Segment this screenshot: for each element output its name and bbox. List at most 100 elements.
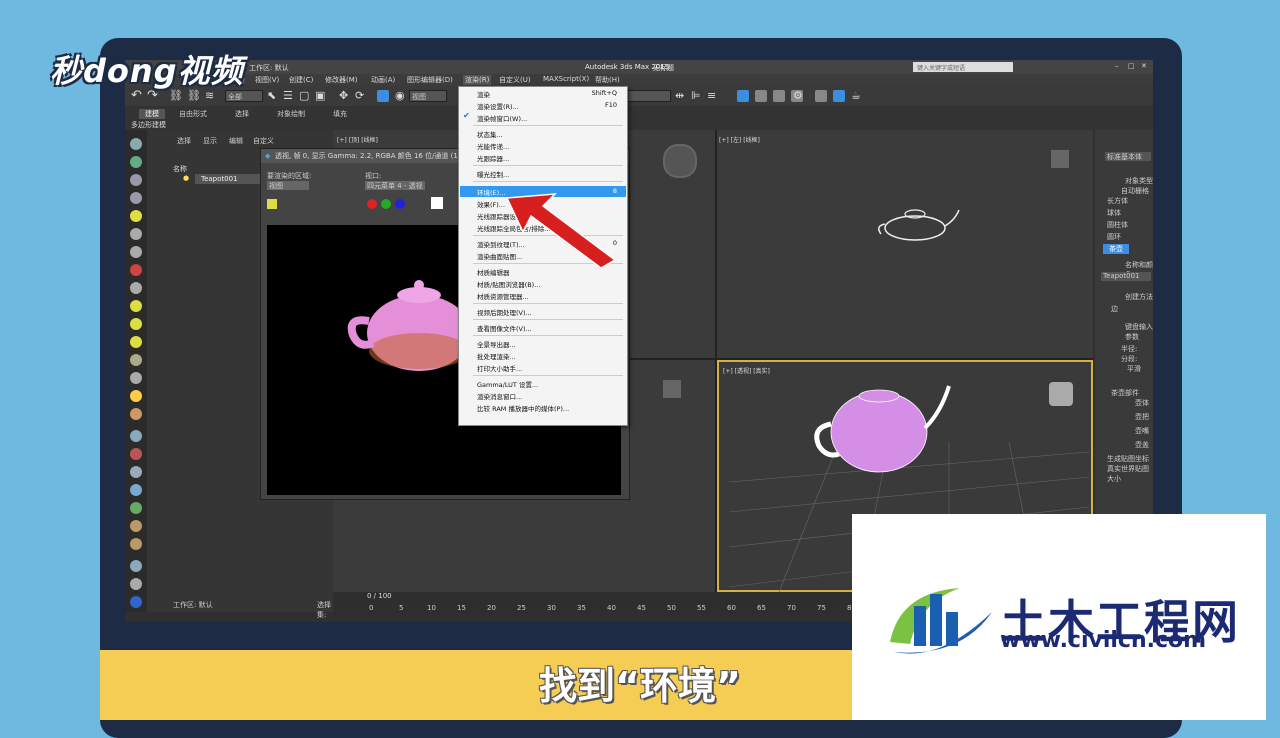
align-icon[interactable]: ⊫ [691, 89, 701, 102]
search-input[interactable]: 键入关键字或短语 [913, 62, 1013, 72]
cylinder-icon[interactable] [130, 336, 142, 348]
menu-graph-editors[interactable]: 图形编辑器(D) [407, 75, 453, 85]
cone-icon[interactable] [130, 372, 142, 384]
reference-coord-dropdown[interactable]: 视图 [409, 90, 447, 102]
move-icon[interactable]: ✥ [339, 89, 348, 102]
sky-icon[interactable] [130, 484, 142, 496]
part-spout-checkbox[interactable]: 壶嘴 [1135, 426, 1149, 436]
green-channel-icon[interactable] [381, 199, 391, 209]
ribbon-tab-populate[interactable]: 填充 [333, 109, 347, 119]
viewcube-front-icon[interactable] [663, 380, 681, 398]
place-icon[interactable]: ◉ [395, 89, 405, 102]
spacewarp-icon[interactable] [130, 264, 142, 276]
status-workspace[interactable]: 工作区: 默认 [173, 600, 213, 610]
part-body-checkbox[interactable]: 壶体 [1135, 398, 1149, 408]
menu-animation[interactable]: 动画(A) [371, 75, 395, 85]
layer-explorer-icon[interactable] [130, 192, 142, 204]
viewport-select-dropdown[interactable]: 四元菜单 4 - 透视 [365, 181, 425, 190]
rollout-keyboard-entry[interactable]: 键盘输入 [1125, 322, 1153, 332]
menu-render-setup[interactable]: 渲染设置(R)... [477, 101, 519, 111]
rendered-frame-icon[interactable] [815, 90, 827, 102]
real-world-checkbox[interactable]: 真实世界贴图大小 [1107, 464, 1153, 484]
helper-icon[interactable] [130, 246, 142, 258]
menu-help[interactable]: 帮助(H) [595, 75, 620, 85]
viewcube-top-icon[interactable] [663, 144, 697, 178]
render-setup-icon[interactable]: ⚙ [793, 89, 803, 102]
sphere-icon[interactable] [130, 318, 142, 330]
select-by-name-icon[interactable]: ☰ [283, 89, 293, 102]
menu-maxscript[interactable]: MAXScript(X) [543, 75, 589, 83]
menu-radiosity[interactable]: 光能传递... [477, 141, 509, 151]
red-channel-icon[interactable] [367, 199, 377, 209]
time-slider-frame[interactable]: 0 / 100 [367, 592, 392, 600]
object-cylinder[interactable]: 圆柱体 [1107, 220, 1128, 230]
scale-icon[interactable] [377, 90, 389, 102]
orbit-icon[interactable] [130, 578, 142, 590]
pan-icon[interactable] [130, 596, 142, 608]
menu-video-post[interactable]: 视频后期处理(V)... [477, 307, 532, 317]
menu-view[interactable]: 视图(V) [255, 75, 279, 85]
close-icon[interactable]: ✕ [1141, 62, 1147, 70]
menu-exposure-control[interactable]: 曝光控制... [477, 169, 509, 179]
minimize-icon[interactable]: – [1115, 62, 1119, 70]
rollout-parameters[interactable]: 参数 [1125, 332, 1139, 342]
light-bulb-icon[interactable]: ● [183, 174, 189, 182]
ribbon-tab-freeform[interactable]: 自由形式 [179, 109, 207, 119]
viewcube-left-icon[interactable] [1051, 150, 1069, 168]
rollout-object-type[interactable]: 对象类型 [1125, 176, 1153, 186]
menu-batch-render[interactable]: 批处理渲染... [477, 351, 516, 361]
menu-ram-player[interactable]: 比较 RAM 播放器中的媒体(P)... [477, 403, 569, 413]
object-teapot[interactable]: 茶壶 [1103, 244, 1129, 254]
render-production-icon[interactable] [833, 90, 845, 102]
primitive-type-dropdown[interactable]: 标准基本体 [1105, 152, 1151, 161]
menu-print-size-wizard[interactable]: 打印大小助手... [477, 363, 522, 373]
smooth-checkbox[interactable]: 平滑 [1127, 364, 1141, 374]
menu-panorama-exporter[interactable]: 全景导出器... [477, 339, 516, 349]
blue-channel-icon[interactable] [395, 199, 405, 209]
ribbon-tab-object-paint[interactable]: 对象绘制 [277, 109, 305, 119]
layer-icon[interactable]: ≡ [707, 89, 716, 102]
workspace-label[interactable]: 工作区: 默认 [249, 63, 289, 73]
menu-state-sets[interactable]: 状态集... [477, 129, 503, 139]
gen-mapping-checkbox[interactable]: 生成贴图坐标 [1107, 454, 1149, 464]
save-image-icon[interactable] [267, 199, 277, 209]
schematic-view-icon[interactable] [773, 90, 785, 102]
scene-tab-customize[interactable]: 自定义 [253, 136, 274, 146]
light-icon[interactable] [130, 210, 142, 222]
zoom-icon[interactable] [130, 560, 142, 572]
curve-editor-icon[interactable] [755, 90, 767, 102]
explorer-icon[interactable] [130, 174, 142, 186]
select-object-icon[interactable]: ⬉ [267, 89, 276, 102]
particle-icon[interactable] [130, 430, 142, 442]
rect-selection-icon[interactable]: ▢ [299, 89, 309, 102]
bone-icon[interactable] [130, 448, 142, 460]
ribbon-tab-selection[interactable]: 选择 [235, 109, 249, 119]
color-swatch[interactable] [431, 197, 443, 209]
scene-tab-display[interactable]: 显示 [203, 136, 217, 146]
viewport-label-top[interactable]: [+] [顶] [线框] [337, 135, 378, 144]
menu-gamma-lut[interactable]: Gamma/LUT 设置... [477, 379, 538, 389]
scene-tab-select[interactable]: 选择 [177, 136, 191, 146]
window-crossing-icon[interactable]: ▣ [315, 89, 325, 102]
scene-tab-edit[interactable]: 编辑 [229, 136, 243, 146]
ribbon-tab-modeling[interactable]: 建模 [139, 109, 165, 119]
system-icon[interactable] [130, 282, 142, 294]
creation-edge-radio[interactable]: 边 [1111, 304, 1118, 314]
object-sphere[interactable]: 球体 [1107, 208, 1121, 218]
foliage-icon[interactable] [130, 502, 142, 514]
auto-grid-checkbox[interactable]: 自动栅格 [1121, 186, 1149, 196]
object-box[interactable]: 长方体 [1107, 196, 1128, 206]
menu-material-browser[interactable]: 材质/贴图浏览器(B)... [477, 279, 540, 289]
ik-icon[interactable] [130, 466, 142, 478]
maximize-icon[interactable]: □ [1128, 62, 1135, 70]
geosphere-icon[interactable] [130, 408, 142, 420]
part-lid-checkbox[interactable]: 壶盖 [1135, 440, 1149, 450]
sun-icon[interactable] [130, 390, 142, 402]
crowd-icon[interactable] [130, 538, 142, 550]
box-icon[interactable] [130, 300, 142, 312]
viewcube-persp-icon[interactable] [1049, 382, 1073, 406]
rollout-creation-method[interactable]: 创建方法 [1125, 292, 1153, 302]
menu-render[interactable]: 渲染 [477, 89, 490, 99]
object-torus[interactable]: 圆环 [1107, 232, 1121, 242]
menu-customize[interactable]: 自定义(U) [499, 75, 531, 85]
